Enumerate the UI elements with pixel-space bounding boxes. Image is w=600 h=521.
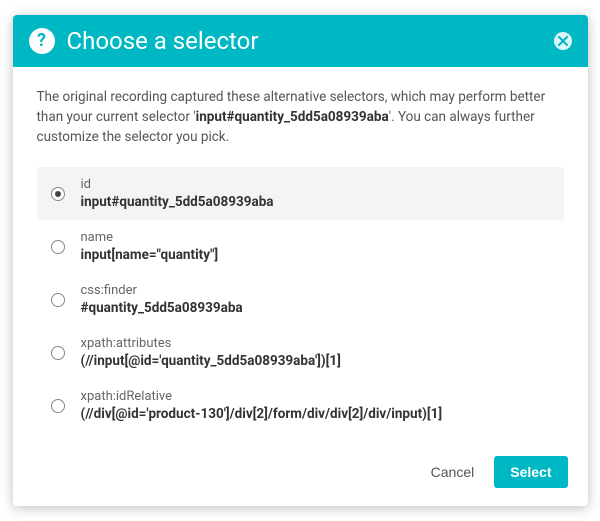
option-value: (//input[@id='quantity_5dd5a08939aba'])[… bbox=[81, 353, 341, 369]
current-selector: input#quantity_5dd5a08939aba bbox=[196, 109, 389, 125]
option-value: input#quantity_5dd5a08939aba bbox=[81, 194, 274, 210]
radio-icon[interactable] bbox=[51, 346, 65, 360]
modal-title-wrap: ? Choose a selector bbox=[29, 27, 259, 55]
options-list: id input#quantity_5dd5a08939abaname input[… bbox=[37, 167, 564, 432]
option-value: input[name="quantity"] bbox=[81, 247, 219, 263]
radio-icon[interactable] bbox=[51, 187, 65, 201]
option-label: name bbox=[81, 230, 219, 245]
modal-footer: Cancel Select bbox=[13, 442, 588, 506]
radio-icon[interactable] bbox=[51, 240, 65, 254]
help-icon: ? bbox=[29, 28, 55, 54]
close-icon[interactable] bbox=[554, 32, 572, 50]
option-text: xpath:attributes (//input[@id='quantity_5… bbox=[81, 336, 341, 369]
option-value: #quantity_5dd5a08939aba bbox=[81, 300, 243, 316]
modal-header: ? Choose a selector bbox=[13, 15, 588, 67]
option-label: xpath:idRelative bbox=[81, 389, 443, 404]
cancel-button[interactable]: Cancel bbox=[419, 456, 487, 488]
option-row-id[interactable]: id input#quantity_5dd5a08939aba bbox=[37, 167, 564, 220]
option-text: id input#quantity_5dd5a08939aba bbox=[81, 177, 274, 210]
option-label: xpath:attributes bbox=[81, 336, 341, 351]
option-text: xpath:idRelative (//div[@id='product-130'… bbox=[81, 389, 443, 422]
select-button[interactable]: Select bbox=[494, 456, 567, 488]
option-text: name input[name="quantity"] bbox=[81, 230, 219, 263]
option-row-xpath-idRelative[interactable]: xpath:idRelative (//div[@id='product-130'… bbox=[37, 379, 564, 432]
modal-title: Choose a selector bbox=[67, 27, 259, 55]
radio-icon[interactable] bbox=[51, 399, 65, 413]
description-text: The original recording captured these al… bbox=[37, 87, 564, 148]
radio-icon[interactable] bbox=[51, 293, 65, 307]
option-row-name[interactable]: name input[name="quantity"] bbox=[37, 220, 564, 273]
option-value: (//div[@id='product-130']/div[2]/form/di… bbox=[81, 406, 443, 422]
option-label: id bbox=[81, 177, 274, 192]
option-row-css-finder[interactable]: css:finder #quantity_5dd5a08939aba bbox=[37, 273, 564, 326]
selector-modal: ? Choose a selector The original recordi… bbox=[13, 15, 588, 507]
option-row-xpath-attributes[interactable]: xpath:attributes (//input[@id='quantity_5… bbox=[37, 326, 564, 379]
modal-body: The original recording captured these al… bbox=[13, 67, 588, 443]
option-label: css:finder bbox=[81, 283, 243, 298]
option-text: css:finder #quantity_5dd5a08939aba bbox=[81, 283, 243, 316]
